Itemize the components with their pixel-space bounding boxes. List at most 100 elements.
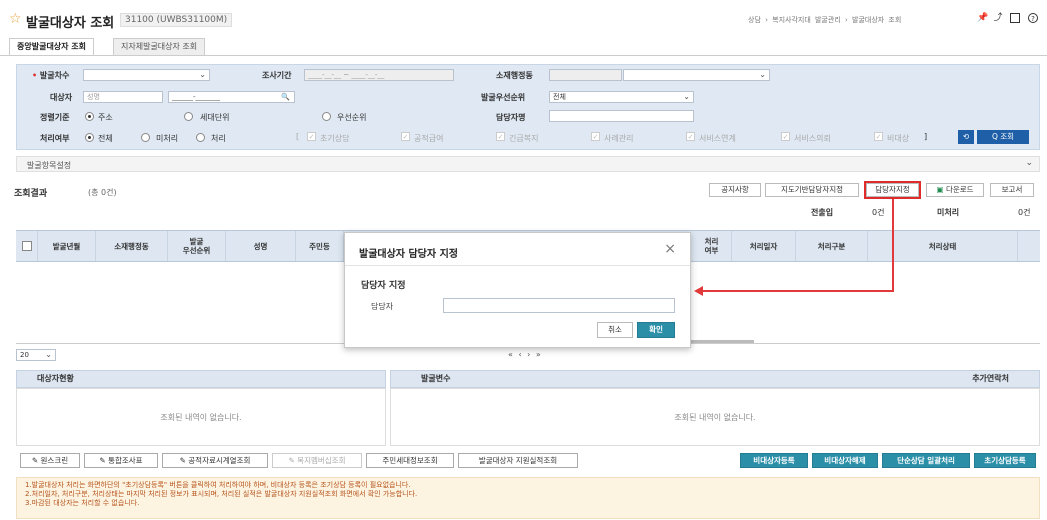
col-rrn[interactable]: 주민등 [296, 231, 344, 261]
check-case[interactable]: ✓ [591, 132, 600, 141]
check-public-label: 공적급여 [414, 134, 444, 143]
report-button[interactable]: 보고서 [990, 183, 1034, 197]
col-proc-date[interactable]: 처리일자 [732, 231, 796, 261]
search-button[interactable]: Q 조회 [977, 130, 1029, 144]
share-icon[interactable]: ⤴ [993, 13, 1003, 23]
modal-cancel-button[interactable]: 취소 [597, 322, 633, 338]
target-name-input[interactable]: 성명 [83, 91, 163, 103]
check-non-target[interactable]: ✓ [874, 132, 883, 141]
round-select[interactable]: ⌄ [83, 69, 210, 81]
col-name[interactable]: 성명 [226, 231, 296, 261]
welfare-membership-button[interactable]: ✎ 복지멤버십조회 [272, 453, 362, 468]
manager-label: 담당자명 [496, 113, 526, 122]
support-record-button[interactable]: 발굴대상자 지원실적조회 [458, 453, 578, 468]
status-option-all: 전체 [98, 134, 113, 143]
col-month[interactable]: 발굴년월 [38, 231, 96, 261]
manager-input[interactable] [549, 110, 694, 122]
check-public[interactable]: ✓ [401, 132, 410, 141]
result-count: (총 0건) [88, 188, 117, 197]
result-title: 조회결과 [14, 189, 48, 199]
col-jurisdiction[interactable]: 소재행정동 [96, 231, 168, 261]
priority-select[interactable]: 전체 ⌄ [549, 91, 694, 103]
initial-consult-button[interactable]: 초기상담등록 [974, 453, 1036, 468]
notice-button[interactable]: 공지사항 [709, 183, 761, 197]
help-icon[interactable]: ? [1028, 13, 1038, 23]
window-icon[interactable] [1010, 13, 1020, 23]
jurisdiction-select[interactable]: ⌄ [623, 69, 770, 81]
sort-radio-household[interactable] [184, 112, 193, 121]
tab-local[interactable]: 지자체발굴대상자 조회 [113, 38, 206, 56]
target-rrn-input[interactable]: ______-_______ 🔍 [168, 91, 295, 103]
status-option-unprocessed: 미처리 [156, 134, 179, 143]
arrow-head-icon [694, 286, 703, 296]
col-proc-status[interactable]: 처리상태 [868, 231, 1018, 261]
bulk-consult-button[interactable]: 단순상담 일괄처리 [882, 453, 970, 468]
download-button[interactable]: ▣ 다운로드 [926, 183, 984, 197]
check-service-request-label: 서비스의뢰 [794, 134, 831, 143]
sort-option-address: 주소 [98, 113, 113, 122]
bracket-close: ] [924, 132, 928, 141]
col-processed[interactable]: 처리 여부 [692, 231, 732, 261]
favorite-star-icon[interactable]: ☆ [9, 11, 22, 27]
transfer-value: 0건 [872, 208, 885, 217]
map-assign-button[interactable]: 지도기반담당자지정 [765, 183, 859, 197]
public-data-button[interactable]: ✎ 공적자료시계열조회 [162, 453, 268, 468]
modal-divider [345, 265, 690, 266]
grid-scrollbar[interactable] [690, 340, 754, 343]
status-radio-unprocessed[interactable] [141, 133, 150, 142]
search-icon[interactable]: 🔍 [281, 92, 290, 102]
check-emergency[interactable]: ✓ [496, 132, 505, 141]
reg-section-bar[interactable]: 발굴항목설정 ⌄ [16, 156, 1040, 172]
check-service-request[interactable]: ✓ [781, 132, 790, 141]
sort-label: 정렬기준 [40, 113, 70, 122]
reset-button[interactable]: ⟲ [958, 130, 974, 144]
var-empty: 조회된 내역이 없습니다. [390, 388, 1040, 446]
survey-button[interactable]: ✎ 통합조사표 [84, 453, 158, 468]
status-label: 처리여부 [40, 134, 70, 143]
arrow-line [892, 199, 894, 292]
round-label: • 발굴차수 [32, 71, 70, 80]
breadcrumb: 상담 › 복지사각지대 발굴관리 › 발굴대상자 조회 [748, 16, 902, 24]
grid-select-all[interactable] [16, 231, 38, 261]
col-proc-type[interactable]: 처리구분 [796, 231, 868, 261]
check-non-target-label: 비대상 [887, 134, 910, 143]
status-radio-all[interactable] [85, 133, 94, 142]
excel-icon: ▣ [936, 185, 944, 194]
pin-icon[interactable]: 📌 [977, 13, 988, 23]
pagination[interactable]: « ‹ › » [508, 350, 541, 359]
sort-radio-address[interactable] [85, 112, 94, 121]
bracket-open: [ [296, 132, 300, 141]
non-target-release-button[interactable]: 비대상자해제 [812, 453, 878, 468]
page-size-select[interactable]: 20 ⌄ [16, 349, 56, 361]
modal-title: 발굴대상자 담당자 지정 [359, 249, 458, 260]
screen-code: 31100 (UWBS31100M) [120, 13, 233, 27]
note-3: 3.마감된 대상자는 처리할 수 없습니다. [25, 499, 140, 507]
modal-ok-button[interactable]: 확인 [637, 322, 675, 338]
assign-manager-modal: 발굴대상자 담당자 지정 × 담당자 지정 담당자 취소 확인 [344, 232, 691, 348]
non-target-register-button[interactable]: 비대상자등록 [740, 453, 808, 468]
close-icon[interactable]: × [664, 241, 676, 257]
transfer-label: 전출입 [811, 208, 834, 217]
household-info-button[interactable]: 주민세대정보조회 [366, 453, 454, 468]
modal-manager-input[interactable] [443, 298, 675, 313]
onescreen-button[interactable]: ✎ 원스크린 [20, 453, 80, 468]
notes-box: 1.발굴대상자 처리는 화면하단의 "초기상담등록" 버튼을 클릭하여 처리하여… [16, 477, 1040, 519]
tab-central[interactable]: 중앙발굴대상자 조회 [9, 38, 95, 56]
check-case-label: 사례관리 [604, 134, 634, 143]
sort-radio-priority[interactable] [322, 112, 331, 121]
chevron-down-icon[interactable]: ⌄ [1025, 158, 1033, 168]
arrow-line [700, 290, 894, 292]
unprocessed-value: 0건 [1018, 208, 1031, 217]
col-priority[interactable]: 발굴 우선순위 [168, 231, 226, 261]
jurisdiction-label: 소재행정동 [496, 71, 533, 80]
highlight-box [864, 181, 921, 199]
check-service-link[interactable]: ✓ [686, 132, 695, 141]
check-initial[interactable]: ✓ [307, 132, 316, 141]
sort-option-household: 세대단위 [200, 113, 230, 122]
target-label: 대상자 [50, 93, 73, 102]
check-emergency-label: 긴급복지 [509, 134, 539, 143]
jurisdiction-sido [549, 69, 622, 81]
period-input[interactable]: ____-__-__ ~ ____-__-__ [304, 69, 454, 81]
status-radio-processed[interactable] [196, 133, 205, 142]
target-status-empty: 조회된 내역이 없습니다. [16, 388, 386, 446]
